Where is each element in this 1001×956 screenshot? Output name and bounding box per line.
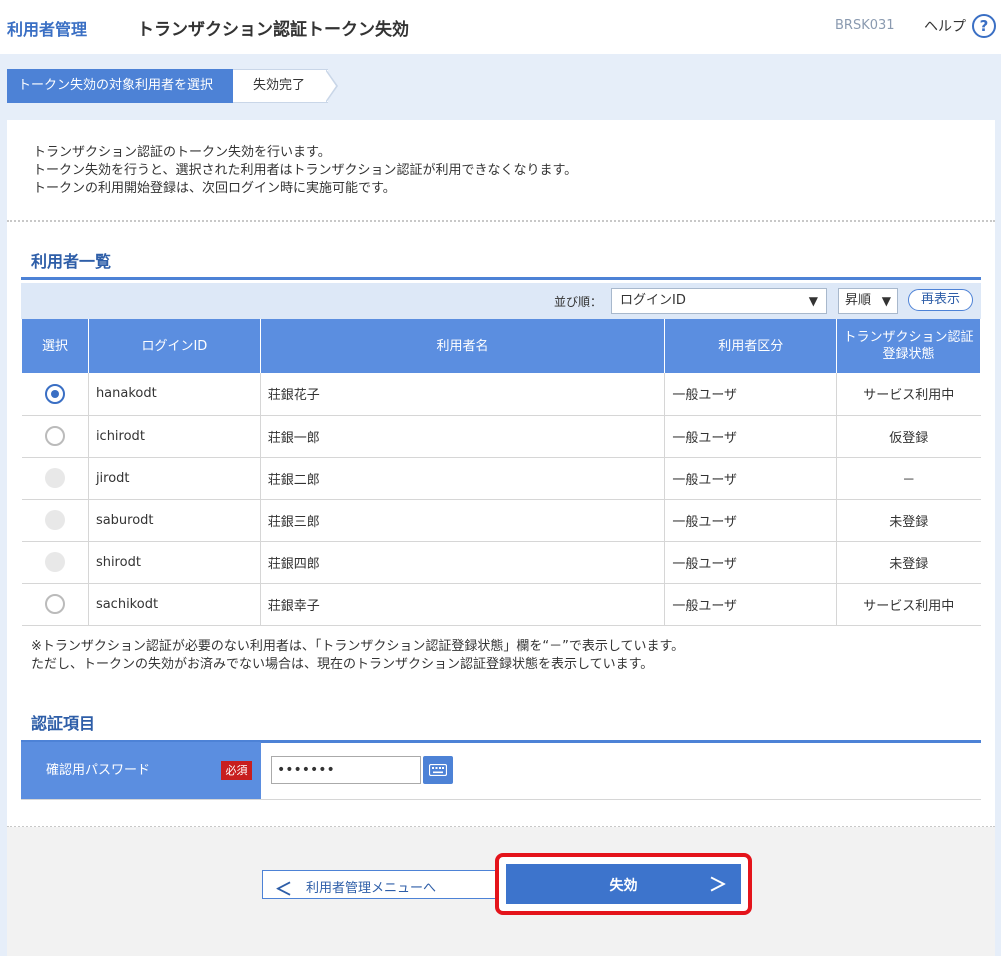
select-radio-disabled [44,468,65,488]
table-row: ichirodt 荘銀一郎 一般ユーザ 仮登録 [21,415,981,458]
intro-text: トランザクション認証のトークン失効を行います。 トークン失効を行うと、選択された… [33,145,578,196]
section-rule [21,277,981,280]
select-radio[interactable] [44,383,65,404]
sort-order-select[interactable]: 昇順 ▼ [838,288,898,314]
select-radio[interactable] [44,594,65,614]
top-bar: 利用者管理 トランザクション認証トークン失効 BRSK031 ヘルプ ? [0,0,1001,54]
table-row: hanakodt 荘銀花子 一般ユーザ サービス利用中 [21,373,981,416]
sort-bar: 並び順： ログインID ▼ 昇順 ▼ 再表示 [21,283,981,321]
step-current: トークン失効の対象利用者を選択 [7,69,235,103]
users-section-title: 利用者一覧 [31,252,112,271]
step-next: 失効完了 [233,69,328,103]
chevron-right-icon: ＞ [709,875,727,896]
users-table: 選択 ログインID 利用者名 利用者区分 トランザクション認証 登録状態 hana… [21,319,981,626]
password-input[interactable]: ••••••• [271,756,421,784]
page-title: トランザクション認証トークン失効 [137,20,409,40]
revoke-button[interactable]: 失効 ＞ [506,864,741,904]
keyboard-icon[interactable] [423,756,453,784]
col-user-type: 利用者区分 [664,319,838,373]
chevron-down-icon: ▼ [808,294,818,308]
chevron-left-icon: ＜ [275,880,292,900]
col-select: 選択 [21,319,89,373]
auth-section-title: 認証項目 [31,714,96,733]
sort-field-select[interactable]: ログインID ▼ [611,288,827,314]
help-icon[interactable]: ? [972,14,996,38]
divider [7,220,995,222]
col-auth-status: トランザクション認証 登録状態 [836,319,981,373]
help-link[interactable]: ヘルプ [924,16,966,36]
main-panel: トランザクション認証のトークン失効を行います。 トークン失効を行うと、選択された… [7,120,995,956]
password-row: 確認用パスワード 必須 ••••••• [21,742,981,800]
table-note: ※トランザクション認証が必要のない利用者は、「トランザクション認証登録状態」欄を… [31,639,685,672]
col-login-id: ログインID [87,319,261,373]
password-label: 確認用パスワード [46,763,151,778]
submit-highlight: 失効 ＞ [495,853,752,915]
select-radio[interactable] [44,426,65,446]
select-radio-disabled [44,510,65,530]
refresh-button[interactable]: 再表示 [908,289,973,311]
sort-label: 並び順： [554,295,603,309]
required-badge: 必須 [221,761,252,780]
app-name: 利用者管理 [7,20,88,39]
col-user-name: 利用者名 [259,319,666,373]
select-radio-disabled [44,552,65,572]
screen-code: BRSK031 [835,18,895,33]
back-to-menu-button[interactable]: ＜ 利用者管理メニューへ [262,870,496,900]
table-row: saburodt 荘銀三郎 一般ユーザ 未登録 [21,499,981,542]
table-row: sachikodt 荘銀幸子 一般ユーザ サービス利用中 [21,583,981,626]
password-label-cell: 確認用パスワード 必須 [21,742,261,799]
table-header-row: 選択 ログインID 利用者名 利用者区分 トランザクション認証 登録状態 [21,319,981,373]
chevron-down-icon: ▼ [881,294,891,308]
table-row: jirodt 荘銀二郎 一般ユーザ － [21,457,981,500]
table-row: shirodt 荘銀四郎 一般ユーザ 未登録 [21,541,981,584]
